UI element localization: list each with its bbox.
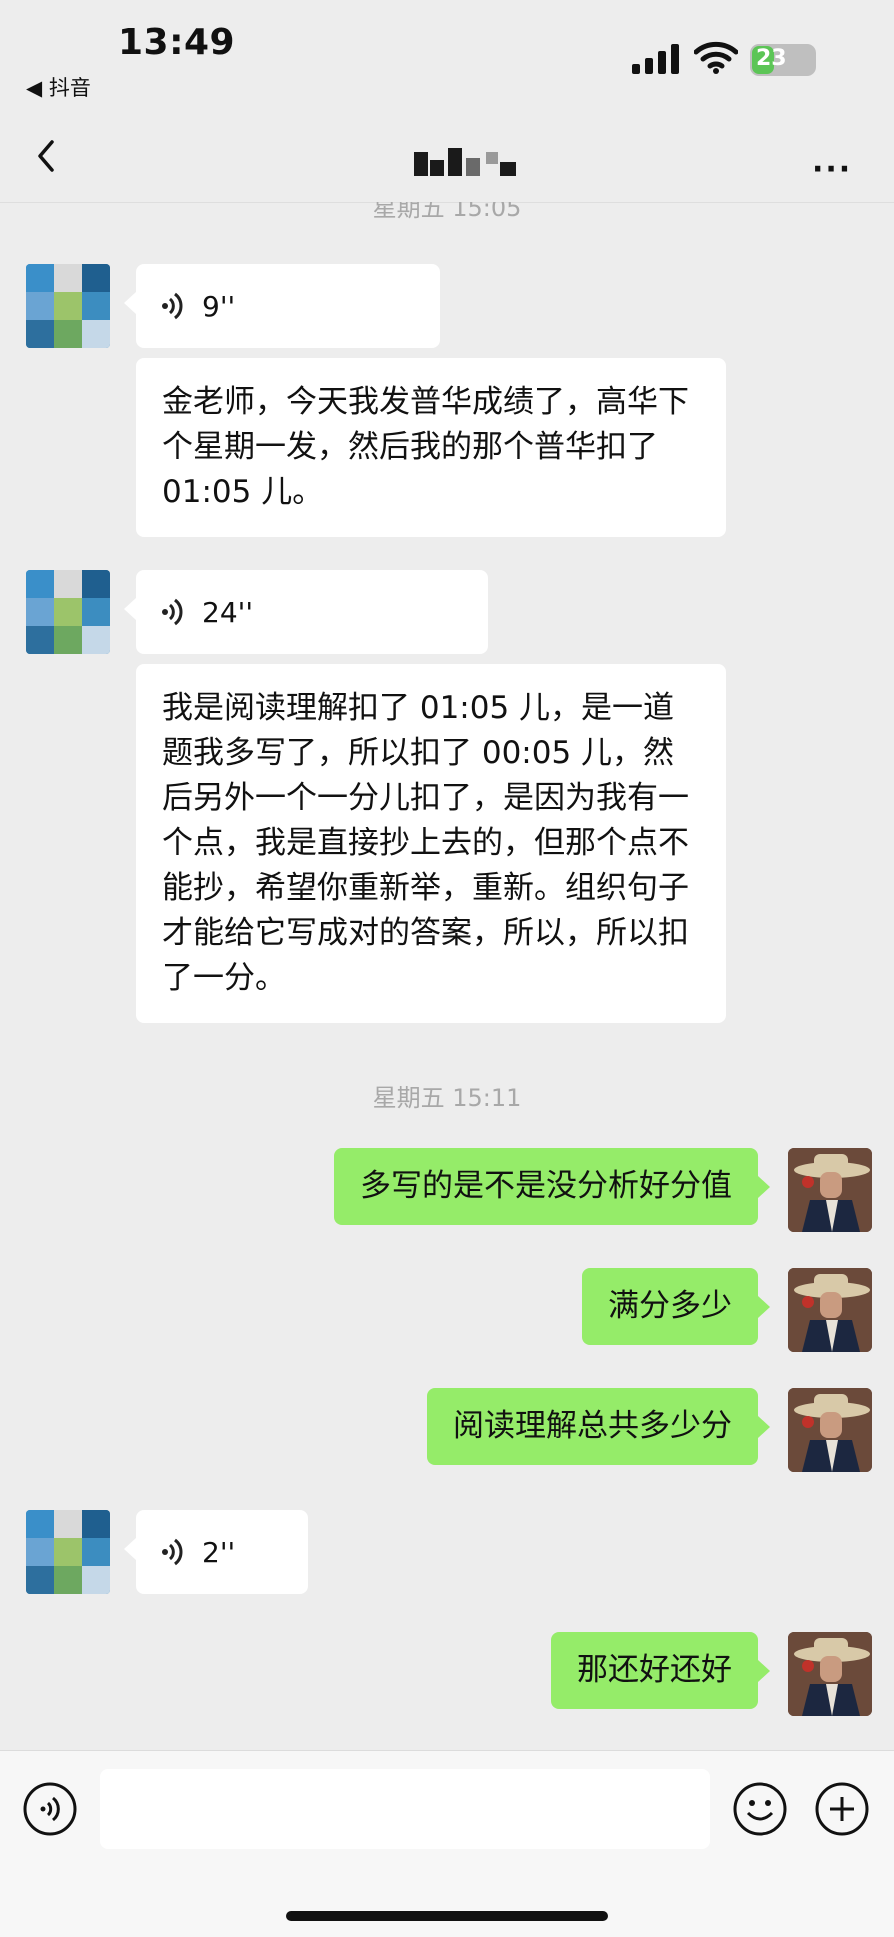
- voice-duration: 9'': [202, 289, 236, 323]
- home-indicator: [286, 1911, 608, 1921]
- user-avatar[interactable]: [788, 1268, 872, 1352]
- contact-name-pixelated: [414, 148, 530, 178]
- battery-level: 23: [756, 46, 787, 71]
- voice-duration: 24'': [202, 595, 254, 629]
- message-text: 我是阅读理解扣了 01:05 儿，是一道题我多写了，所以扣了 00:05 儿，然…: [162, 690, 689, 996]
- sent-message[interactable]: 那还好还好: [551, 1632, 770, 1709]
- message-text: 多写的是不是没分析好分值: [360, 1168, 732, 1204]
- voice-wave-icon: [162, 598, 183, 626]
- more-options-button[interactable]: ···: [812, 152, 852, 187]
- portrait-avatar-icon: [788, 1148, 872, 1232]
- input-bar: [0, 1750, 894, 1937]
- voice-message[interactable]: 9'': [124, 264, 440, 348]
- sent-message[interactable]: 阅读理解总共多少分: [427, 1388, 770, 1465]
- user-avatar[interactable]: [788, 1632, 872, 1716]
- contact-avatar[interactable]: [26, 264, 110, 348]
- voice-message[interactable]: 2'': [124, 1510, 308, 1594]
- voice-wave-icon: [162, 292, 183, 320]
- portrait-avatar-icon: [788, 1268, 872, 1352]
- contact-avatar[interactable]: [26, 570, 110, 654]
- status-time: 13:49: [118, 22, 236, 63]
- cellular-signal-icon: [632, 44, 679, 74]
- voice-transcription[interactable]: 我是阅读理解扣了 01:05 儿，是一道题我多写了，所以扣了 00:05 儿，然…: [136, 664, 726, 1023]
- back-chevron-icon[interactable]: [28, 136, 68, 176]
- message-text: 金老师，今天我发普华成绩了，高华下个星期一发，然后我的那个普华扣了 01:05 …: [162, 384, 689, 510]
- voice-duration: 2'': [202, 1535, 236, 1569]
- voice-input-icon[interactable]: [22, 1781, 78, 1837]
- voice-transcription[interactable]: 金老师，今天我发普华成绩了，高华下个星期一发，然后我的那个普华扣了 01:05 …: [136, 358, 726, 537]
- message-text: 那还好还好: [577, 1652, 732, 1688]
- emoji-icon[interactable]: [732, 1781, 788, 1837]
- user-avatar[interactable]: [788, 1148, 872, 1232]
- plus-icon[interactable]: [814, 1781, 870, 1837]
- sent-message[interactable]: 多写的是不是没分析好分值: [334, 1148, 770, 1225]
- chat-header: ···: [0, 110, 894, 203]
- voice-wave-icon: [162, 1538, 183, 1566]
- message-text: 满分多少: [608, 1288, 732, 1324]
- user-avatar[interactable]: [788, 1388, 872, 1472]
- voice-message[interactable]: 24'': [124, 570, 488, 654]
- status-bar: 13:49 ◀ 抖音 23: [0, 0, 894, 110]
- portrait-avatar-icon: [788, 1632, 872, 1716]
- wifi-icon: [694, 41, 738, 74]
- message-text: 阅读理解总共多少分: [453, 1408, 732, 1444]
- portrait-avatar-icon: [788, 1388, 872, 1472]
- back-to-app-link[interactable]: ◀ 抖音: [26, 72, 91, 102]
- timestamp: 星期五 15:11: [372, 1084, 522, 1112]
- message-list: 星期五 15:05 9'' 金老师，今天我发普华成绩了，高华下个星期一发，然后我…: [0, 202, 894, 1750]
- timestamp: 星期五 15:05: [372, 202, 522, 222]
- sent-message[interactable]: 满分多少: [582, 1268, 770, 1345]
- contact-avatar[interactable]: [26, 1510, 110, 1594]
- battery-icon: 23: [750, 44, 816, 76]
- message-input[interactable]: [100, 1769, 710, 1849]
